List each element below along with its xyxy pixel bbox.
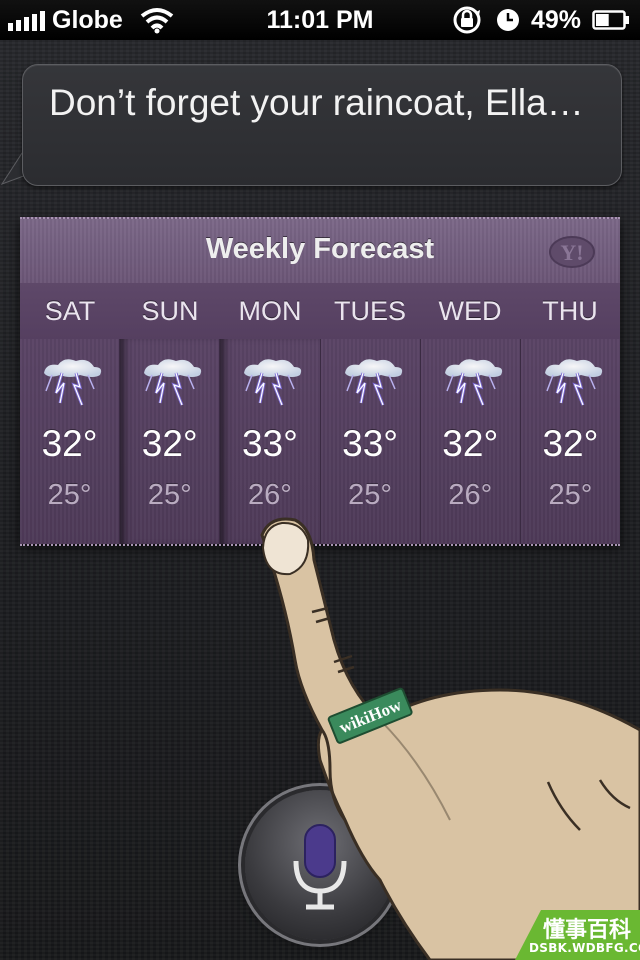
site-watermark: 懂事百科 DSBK.WDBFG.COM — [515, 910, 640, 960]
pointing-hand-illustration: wikiHow — [260, 517, 640, 960]
watermark-url: DSBK.WDBFG.COM — [529, 941, 640, 955]
watermark-chinese-text: 懂事百科 — [543, 918, 632, 943]
